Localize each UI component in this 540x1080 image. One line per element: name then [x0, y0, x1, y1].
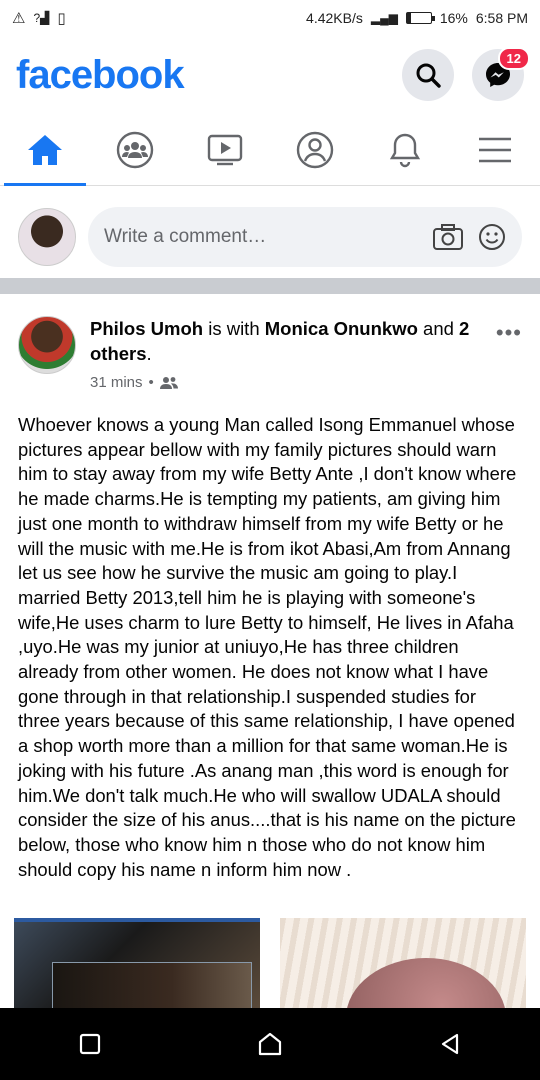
comment-composer: Write a comment…	[0, 200, 540, 274]
post-photos	[0, 918, 540, 1008]
cell-signal-icon: ▂▄▆	[370, 11, 398, 25]
status-left-icons: ⚠ ?▟ ▯	[12, 9, 66, 27]
home-nav-icon[interactable]	[257, 1031, 283, 1057]
messenger-badge: 12	[497, 47, 530, 70]
tagged-person[interactable]: Monica Onunkwo	[265, 318, 418, 339]
signal-icon: ?▟	[33, 11, 50, 25]
feed-post: Philos Umoh is with Monica Onunkwo and 2…	[0, 294, 540, 882]
separator-dot: •	[148, 374, 154, 391]
tab-menu[interactable]	[450, 114, 540, 185]
author-name[interactable]: Philos Umoh	[90, 318, 203, 339]
section-divider	[0, 278, 540, 294]
friends-audience-icon	[159, 376, 178, 389]
watch-video-icon	[207, 134, 243, 165]
post-time[interactable]: 31 mins	[90, 374, 143, 391]
tab-home[interactable]	[0, 114, 90, 186]
emoji-icon[interactable]	[478, 223, 506, 251]
post-photo-2[interactable]	[280, 918, 526, 1008]
search-button[interactable]	[402, 49, 454, 101]
warning-icon: ⚠	[12, 10, 26, 27]
facebook-logo[interactable]: facebook	[16, 53, 185, 98]
with-text: is with	[208, 318, 260, 339]
network-speed: 4.42KB/s	[306, 10, 363, 26]
status-right: 4.42KB/s ▂▄▆ 16% 6:58 PM	[306, 10, 528, 26]
battery-percent: 16%	[439, 10, 468, 26]
recent-apps-icon[interactable]	[78, 1032, 102, 1056]
comment-placeholder: Write a comment…	[104, 226, 267, 247]
android-nav-bar	[0, 1008, 540, 1080]
comment-input[interactable]: Write a comment…	[88, 207, 522, 267]
post-title: Philos Umoh is with Monica Onunkwo and 2…	[90, 318, 470, 364]
user-avatar[interactable]	[18, 208, 76, 266]
bell-icon	[389, 133, 421, 167]
post-meta: Philos Umoh is with Monica Onunkwo and 2…	[90, 316, 496, 391]
and-text: and	[423, 318, 454, 339]
groups-icon	[116, 131, 154, 168]
clock: 6:58 PM	[475, 10, 528, 26]
hamburger-menu-icon	[479, 137, 511, 162]
back-icon[interactable]	[438, 1032, 462, 1056]
status-bar: ⚠ ?▟ ▯ 4.42KB/s ▂▄▆ 16% 6:58 PM	[0, 0, 540, 36]
tab-notifications[interactable]	[360, 114, 450, 185]
messenger-button[interactable]: 12	[472, 47, 530, 101]
post-timestamp-row: 31 mins •	[90, 374, 496, 391]
main-nav	[0, 114, 540, 186]
author-avatar[interactable]	[18, 316, 76, 374]
home-icon	[28, 134, 62, 165]
tab-watch[interactable]	[180, 114, 270, 185]
post-options-button[interactable]: •••	[496, 320, 522, 391]
post-photo-1[interactable]	[14, 918, 260, 1008]
search-icon	[416, 63, 441, 88]
tab-groups[interactable]	[90, 114, 180, 185]
sim-icon: ▯	[57, 10, 66, 27]
tab-profile[interactable]	[270, 114, 360, 185]
post-text: Whoever knows a young Man called Isong E…	[18, 414, 517, 880]
app-header: facebook 12	[0, 36, 540, 114]
profile-icon	[296, 131, 334, 168]
camera-icon[interactable]	[432, 223, 464, 251]
post-header: Philos Umoh is with Monica Onunkwo and 2…	[0, 294, 540, 391]
battery-icon	[405, 12, 435, 24]
